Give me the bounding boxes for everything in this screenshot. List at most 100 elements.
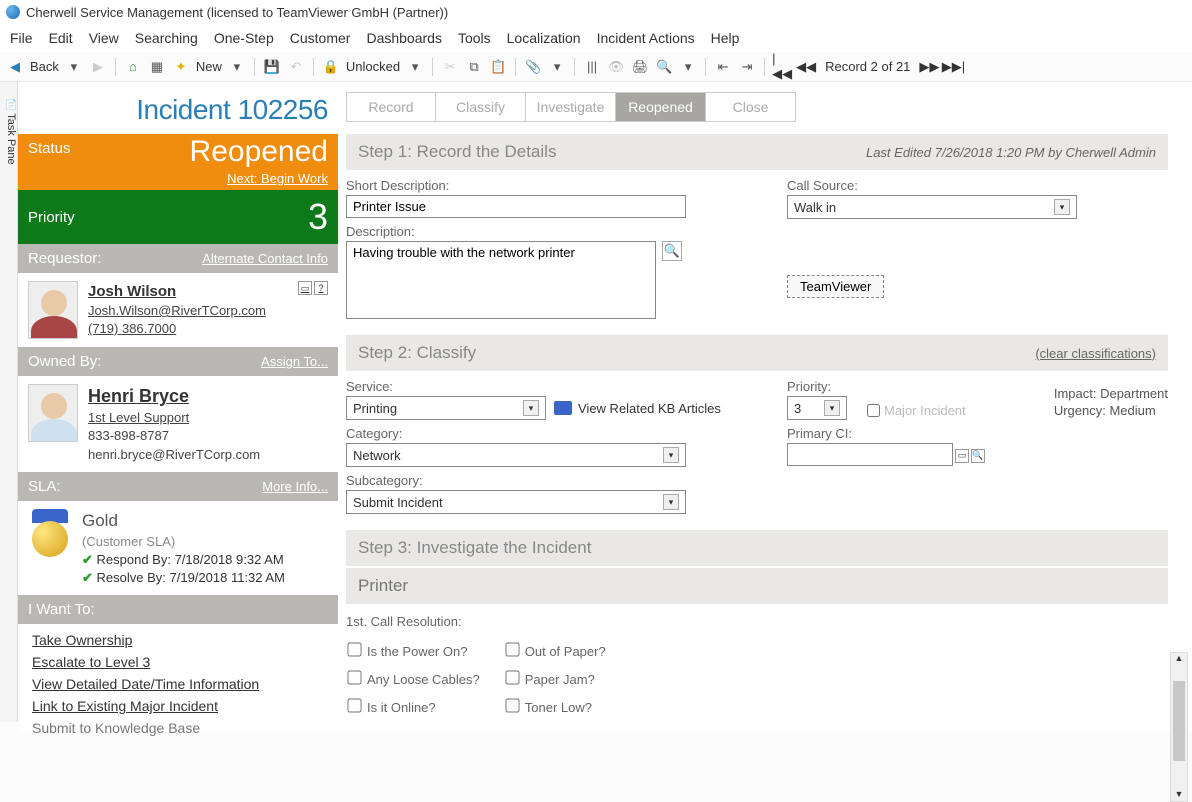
lock-icon[interactable]: 🔒 (322, 58, 340, 76)
menu-searching[interactable]: Searching (135, 30, 198, 46)
short-desc-input[interactable] (346, 195, 686, 218)
menu-help[interactable]: Help (711, 30, 740, 46)
priority-select[interactable]: 3▾ (787, 396, 847, 420)
chevron-down-icon[interactable]: ▾ (663, 494, 679, 510)
scrollbar-thumb[interactable] (1173, 681, 1185, 761)
owner-phone: 833-898-8787 (88, 428, 169, 443)
i-want-to-links: Take Ownership Escalate to Level 3 View … (18, 624, 338, 750)
last-record-icon[interactable]: ▶▶| (944, 58, 962, 76)
service-select[interactable]: Printing▾ (346, 396, 546, 420)
first-record-icon[interactable]: |◀◀ (773, 58, 791, 76)
new-dropdown-icon[interactable]: ▾ (228, 58, 246, 76)
subcategory-select[interactable]: Submit Incident▾ (346, 490, 686, 514)
desc-textarea[interactable]: Having trouble with the network printer (346, 241, 656, 319)
requestor-card-icon[interactable]: ▭ (298, 281, 312, 295)
sla-resolve: Resolve By: 7/19/2018 11:32 AM (97, 570, 285, 585)
requestor-info-icon[interactable]: ? (314, 281, 328, 295)
barcode-icon[interactable]: ||| (583, 58, 601, 76)
requestor-name[interactable]: Josh Wilson (88, 281, 176, 302)
desc-label: Description: (346, 224, 727, 239)
outdent-icon[interactable]: ⇤ (714, 58, 732, 76)
unlocked-dropdown-icon[interactable]: ▾ (406, 58, 424, 76)
primary-ci-input[interactable] (787, 443, 953, 466)
tab-reopened[interactable]: Reopened (616, 92, 706, 122)
priority-panel: Priority 3 (18, 190, 338, 244)
check-loose-cables[interactable]: Any Loose Cables? (348, 671, 480, 687)
vertical-scrollbar[interactable]: ▲ ▼ (1170, 652, 1188, 802)
menu-one-step[interactable]: One-Step (214, 30, 274, 46)
check-power-on[interactable]: Is the Power On? (348, 643, 480, 659)
indent-icon[interactable]: ⇥ (738, 58, 756, 76)
search-dropdown-icon[interactable]: ▾ (679, 58, 697, 76)
save-icon: 💾 (263, 58, 281, 76)
magnify-icon[interactable]: 🔍 (662, 241, 682, 261)
check-paper-jam[interactable]: Paper Jam? (506, 671, 606, 687)
attach-dropdown-icon[interactable]: ▾ (548, 58, 566, 76)
clear-classifications-link[interactable]: (clear classifications) (1035, 346, 1156, 361)
unlocked-label[interactable]: Unlocked (346, 59, 400, 74)
home-icon[interactable]: ⌂ (124, 58, 142, 76)
chevron-down-icon[interactable]: ▾ (824, 400, 840, 416)
teamviewer-button[interactable]: TeamViewer (787, 275, 884, 298)
search-icon[interactable]: 🔍 (655, 58, 673, 76)
workflow-tabs: Record Classify Investigate Reopened Clo… (346, 92, 1192, 122)
new-button[interactable]: New (196, 59, 222, 74)
calendar-icon[interactable]: ▦ (148, 58, 166, 76)
copy-icon[interactable]: ⧉ (465, 58, 483, 76)
owner-name[interactable]: Henri Bryce (88, 384, 189, 409)
tab-investigate[interactable]: Investigate (526, 92, 616, 122)
tab-classify[interactable]: Classify (436, 92, 526, 122)
requestor-email[interactable]: Josh.Wilson@RiverTCorp.com (88, 303, 266, 318)
check-out-of-paper[interactable]: Out of Paper? (506, 643, 606, 659)
menu-edit[interactable]: Edit (49, 30, 73, 46)
submit-kb-link[interactable]: Submit to Knowledge Base (32, 720, 324, 736)
requestor-phone[interactable]: (719) 386.7000 (88, 321, 176, 336)
tab-record[interactable]: Record (346, 92, 436, 122)
check-online[interactable]: Is it Online? (348, 699, 480, 715)
escalate-level3-link[interactable]: Escalate to Level 3 (32, 654, 324, 670)
call-source-select[interactable]: Walk in▾ (787, 195, 1077, 219)
menu-dashboards[interactable]: Dashboards (366, 30, 442, 46)
assign-to-link[interactable]: Assign To... (261, 354, 328, 369)
sla-more-info-link[interactable]: More Info... (262, 479, 328, 494)
next-begin-work-link[interactable]: Next: Begin Work (227, 171, 328, 186)
paste-icon[interactable]: 📋 (489, 58, 507, 76)
chevron-down-icon[interactable]: ▾ (663, 447, 679, 463)
back-arrow-icon[interactable]: ◀ (6, 58, 24, 76)
print-icon[interactable]: 🖨 (631, 58, 649, 76)
take-ownership-link[interactable]: Take Ownership (32, 632, 324, 648)
link-major-incident-link[interactable]: Link to Existing Major Incident (32, 698, 324, 714)
owner-role[interactable]: 1st Level Support (88, 410, 189, 425)
view-kb-link[interactable]: View Related KB Articles (554, 401, 721, 416)
back-button[interactable]: Back (30, 59, 59, 74)
chevron-down-icon[interactable]: ▾ (1054, 199, 1070, 215)
alternate-contact-link[interactable]: Alternate Contact Info (202, 251, 328, 266)
check-icon: ✔ (82, 552, 93, 567)
sla-header: SLA: More Info... (18, 472, 338, 501)
check-toner-low[interactable]: Toner Low? (506, 699, 606, 715)
view-datetime-link[interactable]: View Detailed Date/Time Information (32, 676, 324, 692)
task-pane-tab[interactable]: 📄 Task Pane (0, 82, 18, 722)
ci-lookup-icon[interactable]: ▭ (955, 449, 969, 463)
tab-close[interactable]: Close (706, 92, 796, 122)
eye-icon[interactable]: 👁 (607, 58, 625, 76)
menu-file[interactable]: File (10, 30, 33, 46)
prev-record-icon[interactable]: ◀◀ (797, 58, 815, 76)
menu-localization[interactable]: Localization (507, 30, 581, 46)
chevron-down-icon[interactable]: ▾ (523, 400, 539, 416)
attach-icon[interactable]: 📎 (524, 58, 542, 76)
last-edited: Last Edited 7/26/2018 1:20 PM by Cherwel… (866, 145, 1156, 160)
check-icon: ✔ (82, 570, 93, 585)
menu-tools[interactable]: Tools (458, 30, 491, 46)
back-dropdown-icon[interactable]: ▾ (65, 58, 83, 76)
menu-view[interactable]: View (89, 30, 119, 46)
new-star-icon[interactable]: ✦ (172, 58, 190, 76)
menu-customer[interactable]: Customer (290, 30, 351, 46)
menu-incident-actions[interactable]: Incident Actions (597, 30, 695, 46)
app-logo-icon (6, 5, 20, 19)
ci-search-icon[interactable]: 🔍 (971, 449, 985, 463)
major-incident-checkbox[interactable]: Major Incident (867, 403, 966, 418)
forward-arrow-icon: ▶ (89, 58, 107, 76)
next-record-icon[interactable]: ▶▶ (920, 58, 938, 76)
category-select[interactable]: Network▾ (346, 443, 686, 467)
